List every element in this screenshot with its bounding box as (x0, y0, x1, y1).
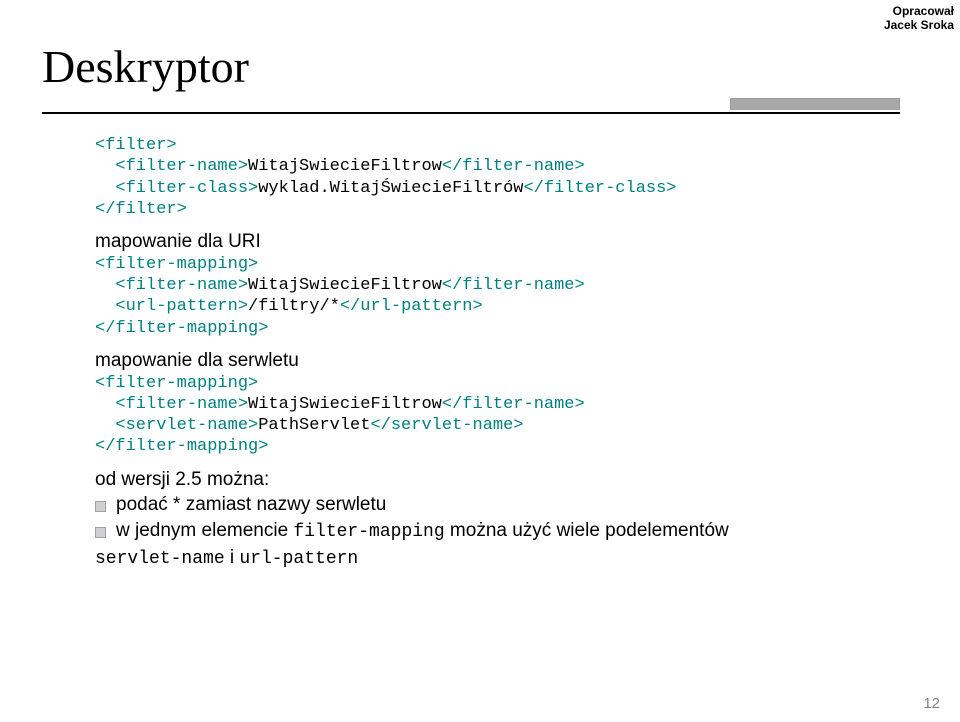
bullet-text: podać * zamiast nazwy serwletu (116, 493, 386, 517)
code-line: </filter-class> (523, 179, 676, 198)
code-line: </filter-mapping> (95, 319, 268, 338)
author-credit: Opracował Jacek Sroka (884, 4, 954, 33)
code-line: <filter-mapping> (95, 255, 258, 274)
bullet-icon (95, 501, 106, 512)
code-block-mapping-servlet: <filter-mapping> <filter-name>WitajSwiec… (95, 373, 900, 458)
bullet-frag: i (225, 547, 240, 568)
title-rule-shadow (730, 98, 900, 110)
code-line: <filter-class> (95, 179, 258, 198)
bullet-continuation: servlet-name i url-pattern (95, 546, 900, 571)
code-line: <filter-mapping> (95, 374, 258, 393)
code-inline: filter-mapping (293, 522, 444, 542)
bullet-frag: można użyć wiele podelementów (445, 520, 729, 541)
footer-block: od wersji 2.5 można: podać * zamiast naz… (95, 468, 900, 571)
page-number: 12 (923, 695, 940, 712)
code-inline: servlet-name (95, 549, 225, 569)
code-line: <url-pattern> (95, 297, 248, 316)
code-line: <filter-name> (95, 157, 248, 176)
credit-line1: Opracował (893, 4, 954, 18)
code-text: WitajSwiecieFiltrow (248, 157, 442, 176)
slide-title: Deskryptor (42, 40, 249, 93)
code-line: </servlet-name> (370, 416, 523, 435)
code-line: </filter-name> (442, 276, 585, 295)
footer-heading: od wersji 2.5 można: (95, 468, 900, 492)
code-line: <servlet-name> (95, 416, 258, 435)
code-line: </url-pattern> (340, 297, 483, 316)
code-line: <filter-name> (95, 395, 248, 414)
bullet-item: w jednym elemencie filter-mapping można … (95, 519, 900, 544)
title-rule (42, 112, 900, 114)
code-line: <filter-name> (95, 276, 248, 295)
code-text: PathServlet (258, 416, 370, 435)
code-block-mapping-uri: <filter-mapping> <filter-name>WitajSwiec… (95, 254, 900, 339)
bullet-item: podać * zamiast nazwy serwletu (95, 493, 900, 517)
code-text: /filtry/* (248, 297, 340, 316)
section-label-uri: mapowanie dla URI (95, 230, 900, 254)
code-text: WitajSwiecieFiltrow (248, 395, 442, 414)
slide-body: <filter> <filter-name>WitajSwiecieFiltro… (95, 135, 900, 570)
code-text: WitajSwiecieFiltrow (248, 276, 442, 295)
code-line: <filter> (95, 136, 177, 155)
code-inline: url-pattern (239, 549, 358, 569)
bullet-icon (95, 527, 106, 538)
code-line: </filter-mapping> (95, 437, 268, 456)
credit-line2: Jacek Sroka (884, 18, 954, 32)
bullet-text: w jednym elemencie filter-mapping można … (116, 519, 729, 544)
code-line: </filter-name> (442, 157, 585, 176)
code-block-filter: <filter> <filter-name>WitajSwiecieFiltro… (95, 135, 900, 220)
bullet-frag: w jednym elemencie (116, 520, 293, 541)
code-line: </filter-name> (442, 395, 585, 414)
code-line: </filter> (95, 200, 187, 219)
code-text: wyklad.WitajŚwiecieFiltrów (258, 179, 523, 198)
section-label-servlet: mapowanie dla serwletu (95, 349, 900, 373)
